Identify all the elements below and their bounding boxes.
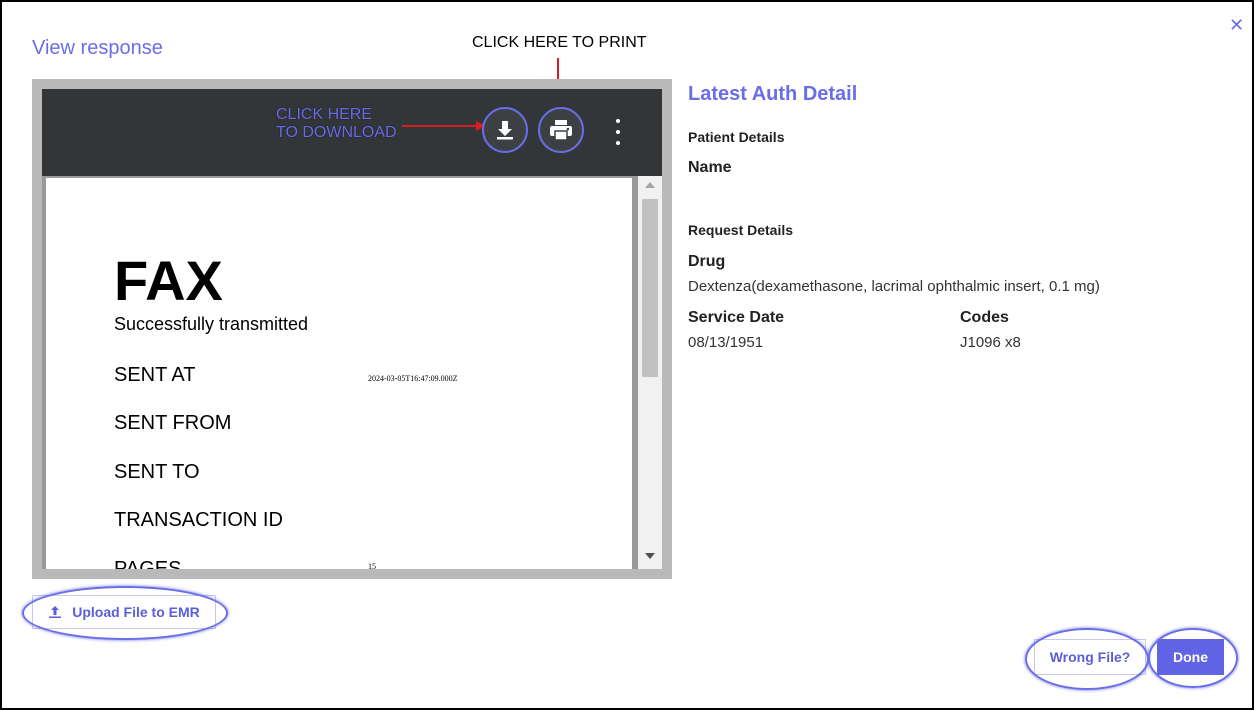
done-button[interactable]: Done [1157,639,1224,675]
close-icon[interactable]: ✕ [1229,16,1244,34]
document-area: FAX Successfully transmitted SENT AT 202… [42,176,662,569]
viewer-toolbar: CLICK HERE TO DOWNLOAD [42,89,662,176]
fax-heading: FAX [114,249,223,312]
print-hint-annotation: CLICK HERE TO PRINT [472,34,647,51]
field-value-sent-at: 2024-03-05T16:47:09.000Z [368,374,458,383]
name-label: Name [688,159,732,176]
request-details-heading: Request Details [688,222,794,238]
wrong-file-button[interactable]: Wrong File? [1034,639,1146,675]
fax-page: FAX Successfully transmitted SENT AT 202… [46,178,632,569]
print-icon [550,120,572,141]
document-viewer: CLICK HERE TO DOWNLOAD FAX Successfully … [32,79,672,579]
codes-value: J1096 x8 [960,334,1021,351]
service-date-label: Service Date [688,309,785,326]
field-label-transaction-id: TRANSACTION ID [114,509,283,531]
field-value-pages: 15 [368,562,376,569]
service-date-value: 08/13/1951 [688,334,764,351]
drug-value: Dextenza(dexamethasone, lacrimal ophthal… [688,278,1100,295]
field-label-pages: PAGES [114,558,182,569]
field-label-sent-at: SENT AT [114,364,196,386]
codes-label: Codes [960,309,1009,326]
fax-subheading: Successfully transmitted [114,314,309,334]
drug-label: Drug [688,253,726,270]
more-vertical-icon[interactable] [613,119,623,145]
upload-button-label: Upload File to EMR [72,604,200,620]
view-response-modal: ✕ View response CLICK HERE TO PRINT CLIC… [0,0,1254,710]
download-hint-annotation: CLICK HERE TO DOWNLOAD [276,106,397,141]
scroll-up-icon[interactable] [645,182,655,188]
patient-details-heading: Patient Details [688,129,785,145]
field-label-sent-to: SENT TO [114,461,200,483]
upload-file-to-emr-button[interactable]: Upload File to EMR [32,595,216,629]
download-hint-arrow [402,121,486,131]
scroll-thumb[interactable] [642,199,658,377]
upload-icon [49,606,62,618]
field-label-sent-from: SENT FROM [114,412,232,434]
download-button[interactable] [482,107,528,153]
auth-detail-title: Latest Auth Detail [688,83,858,105]
print-button[interactable] [538,107,584,153]
download-icon [497,121,513,140]
scroll-down-icon[interactable] [645,553,655,559]
document-scrollbar[interactable] [638,176,662,569]
modal-title: View response [32,37,163,59]
